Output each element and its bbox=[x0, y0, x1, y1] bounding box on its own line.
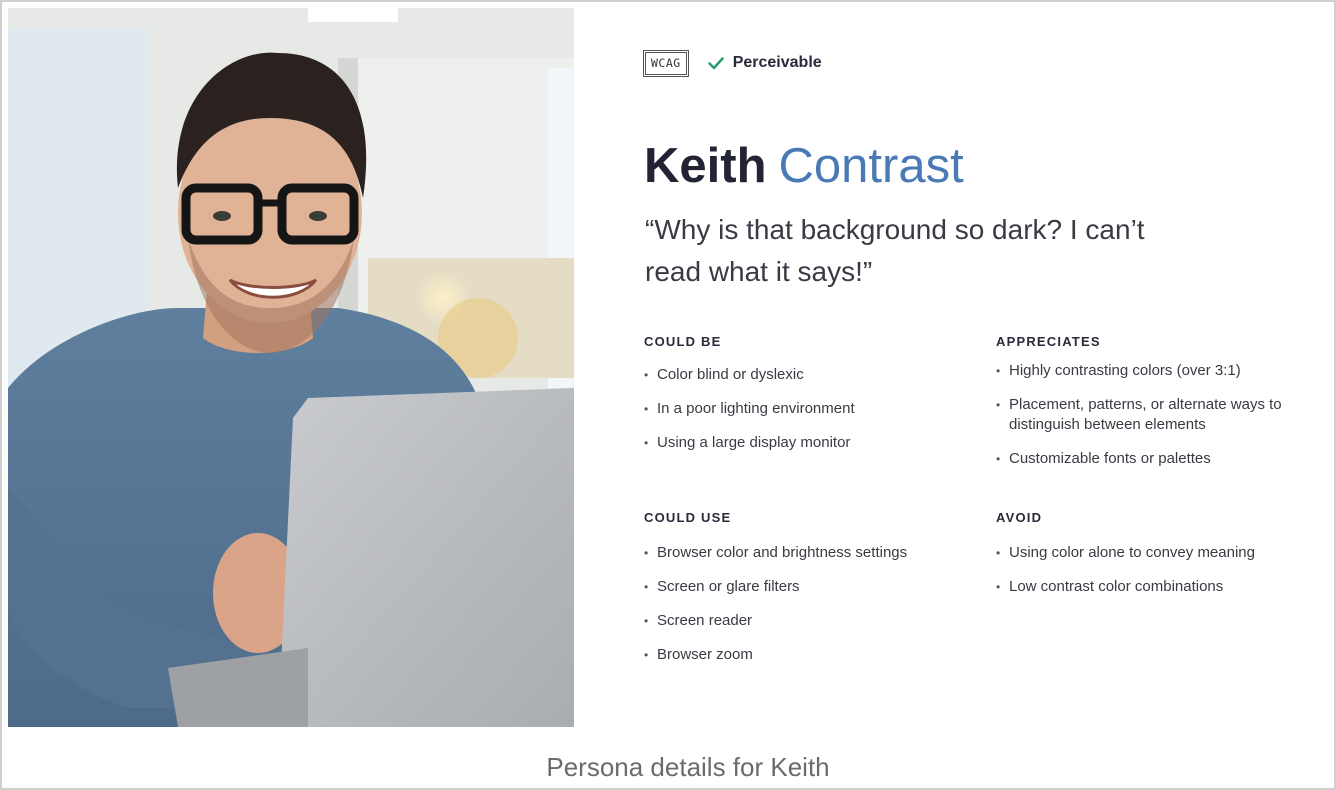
list-item: Color blind or dyslexic bbox=[644, 365, 855, 385]
persona-quote: “Why is that background so dark? I can’t… bbox=[645, 214, 1145, 287]
avoid-list: Using color alone to convey meaning Low … bbox=[996, 543, 1316, 597]
persona-first-name: Keith bbox=[644, 139, 767, 193]
section-heading-could-be: COULD BE bbox=[644, 334, 722, 349]
wcag-badge: WCAG bbox=[643, 49, 689, 77]
checkmark-icon bbox=[707, 57, 724, 70]
list-item: Highly contrasting colors (over 3:1) bbox=[996, 361, 1316, 381]
list-item: Using a large display monitor bbox=[644, 433, 855, 453]
list-item: Low contrast color combinations bbox=[996, 577, 1316, 597]
list-item: Customizable fonts or palettes bbox=[996, 449, 1316, 469]
figure-caption: Persona details for Keith bbox=[546, 752, 830, 782]
persona-content: WCAG Perceivable Keith Contrast “Why is t… bbox=[643, 0, 1324, 727]
wcag-row: WCAG Perceivable bbox=[643, 49, 822, 77]
list-item: Browser color and brightness settings bbox=[644, 543, 907, 563]
could-use-list: Browser color and brightness settings Sc… bbox=[644, 543, 907, 665]
appreciates-list: Highly contrasting colors (over 3:1) Pla… bbox=[996, 361, 1316, 469]
section-heading-could-use: COULD USE bbox=[644, 510, 732, 525]
section-heading-appreciates: APPRECIATES bbox=[996, 334, 1101, 349]
list-item: Screen or glare filters bbox=[644, 577, 907, 597]
list-item: In a poor lighting environment bbox=[644, 399, 855, 419]
list-item: Screen reader bbox=[644, 611, 907, 631]
wcag-principle-label: Perceivable bbox=[732, 54, 822, 71]
persona-last-name: Contrast bbox=[778, 139, 964, 193]
persona-photo bbox=[8, 8, 574, 727]
list-item: Placement, patterns, or alternate ways t… bbox=[996, 395, 1316, 435]
list-item: Using color alone to convey meaning bbox=[996, 543, 1316, 563]
section-heading-avoid: AVOID bbox=[996, 510, 1043, 525]
could-be-list: Color blind or dyslexic In a poor lighti… bbox=[644, 365, 855, 453]
list-item: Browser zoom bbox=[644, 645, 907, 665]
persona-name: Keith Contrast bbox=[644, 136, 964, 196]
